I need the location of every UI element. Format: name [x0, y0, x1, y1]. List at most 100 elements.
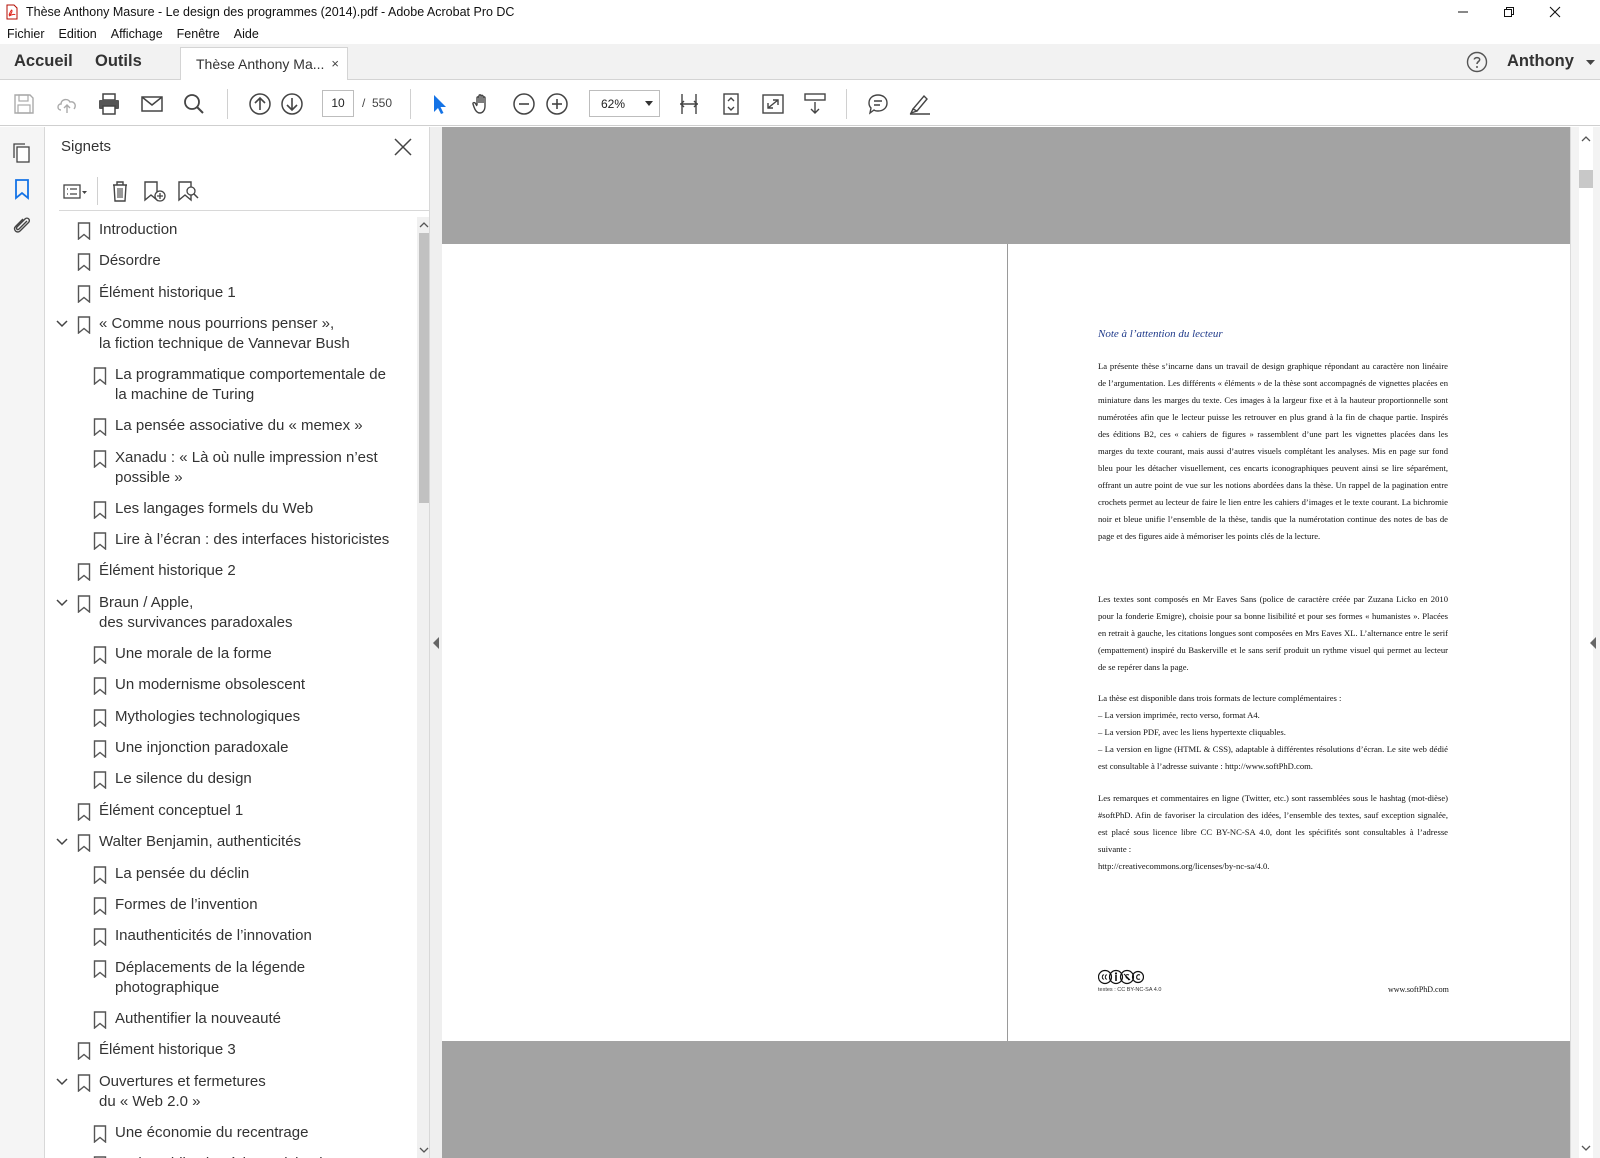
full-screen-icon[interactable] — [761, 92, 785, 116]
bookmark-item[interactable]: « Comme nous pourrions penser », la ficti… — [45, 314, 417, 354]
tab-document[interactable]: Thèse Anthony Ma... × — [180, 47, 348, 80]
delete-bookmark-icon[interactable] — [106, 177, 134, 205]
bookmark-item[interactable]: Désordre — [45, 251, 417, 272]
scroll-up-icon[interactable] — [1580, 134, 1592, 144]
bookmark-item[interactable]: Formes de l’invention — [45, 895, 417, 915]
close-panel-icon[interactable] — [392, 136, 414, 158]
bookmark-item[interactable]: Mythologies technologiques — [45, 707, 417, 727]
search-icon[interactable] — [182, 92, 206, 116]
minimize-button[interactable] — [1440, 0, 1486, 24]
pdf-page-left — [442, 244, 1007, 1041]
bookmark-label-continued: la fiction technique de Vannevar Bush — [99, 335, 350, 353]
chevron-down-icon[interactable] — [55, 596, 69, 610]
document-view[interactable]: Note à l’attention du lecteur La présent… — [442, 127, 1570, 1158]
menu-fenetre[interactable]: Fenêtre — [170, 27, 227, 41]
attachments-icon[interactable] — [10, 213, 34, 237]
bookmark-label: Désordre — [99, 252, 161, 270]
expand-right-pane-icon[interactable] — [1590, 637, 1596, 649]
help-icon[interactable] — [1466, 51, 1488, 73]
bookmarks-icon[interactable] — [10, 177, 34, 201]
page-thumbnails-icon[interactable] — [10, 141, 34, 165]
bookmark-icon — [77, 803, 91, 821]
hand-tool-icon[interactable] — [470, 92, 494, 116]
save-icon[interactable] — [12, 92, 36, 116]
select-cursor-icon[interactable] — [428, 92, 452, 116]
chevron-down-icon — [645, 101, 653, 106]
bookmark-item[interactable]: Les langages formels du Web — [45, 499, 417, 519]
chevron-down-icon[interactable] — [55, 317, 69, 331]
fit-width-icon[interactable] — [677, 92, 701, 116]
toolbar: 10 / 550 62% — [0, 81, 1600, 126]
menu-affichage[interactable]: Affichage — [104, 27, 170, 41]
menu-aide[interactable]: Aide — [227, 27, 266, 41]
tab-outils[interactable]: Outils — [95, 52, 142, 71]
bookmark-options-icon[interactable] — [61, 177, 89, 205]
highlight-pen-icon[interactable] — [908, 92, 932, 116]
window-title: Thèse Anthony Masure - Le design des pro… — [26, 5, 515, 19]
license-url[interactable]: http://creativecommons.org/licenses/by-n… — [1098, 858, 1448, 875]
bookmark-item[interactable]: Xanadu : « Là où nulle impression n’est p… — [45, 448, 417, 488]
panel-splitter[interactable] — [429, 127, 442, 1158]
bookmark-item[interactable]: Le silence du design — [45, 769, 417, 790]
bookmark-label: Formes de l’invention — [115, 896, 258, 913]
document-scrollbar[interactable] — [1570, 127, 1600, 1158]
zoom-level-select[interactable]: 62% — [589, 90, 660, 117]
bookmark-item[interactable]: Lire à l’écran : des interfaces historic… — [45, 530, 417, 550]
chevron-down-icon[interactable] — [55, 1075, 69, 1089]
scroll-mode-icon[interactable] — [803, 92, 827, 116]
bookmark-item[interactable]: Une injonction paradoxale — [45, 738, 417, 758]
bookmark-item[interactable]: La pensée associative du « memex » — [45, 416, 417, 437]
bookmark-item[interactable]: Élément historique 3 — [45, 1040, 417, 1061]
bookmarks-scrollbar[interactable] — [417, 217, 429, 1158]
scroll-down-icon[interactable] — [419, 1145, 429, 1155]
fit-page-icon[interactable] — [719, 92, 743, 116]
cloud-upload-icon[interactable] — [55, 92, 79, 116]
bookmark-search-icon[interactable] — [174, 177, 202, 205]
bookmark-icon — [77, 222, 91, 240]
bookmark-label: Le silence du design — [115, 770, 252, 788]
bookmark-item[interactable]: Déplacements de la légende photographique — [45, 958, 417, 998]
format-web: – La version en ligne (HTML & CSS), adap… — [1098, 744, 1448, 771]
bookmark-item[interactable]: Ouvertures et fermetures du « Web 2.0 » — [45, 1072, 417, 1112]
zoom-in-icon[interactable] — [545, 92, 569, 116]
bookmark-item[interactable]: Walter Benjamin, authenticités — [45, 832, 417, 853]
bookmark-item[interactable]: Authentifier la nouveauté — [45, 1009, 417, 1029]
bookmark-item[interactable]: Élément conceptuel 1 — [45, 801, 417, 821]
bookmark-item[interactable]: La programmatique comportementale de la m… — [45, 365, 417, 405]
bookmark-item[interactable]: Inauthenticités de l’innovation — [45, 926, 417, 947]
scroll-down-icon[interactable] — [1580, 1143, 1592, 1153]
bookmark-item[interactable]: Une morale de la forme — [45, 644, 417, 664]
email-icon[interactable] — [140, 92, 164, 116]
bookmark-item[interactable]: Un modernisme obsolescent — [45, 675, 417, 696]
print-icon[interactable] — [97, 92, 121, 116]
bookmark-item[interactable]: Élément historique 2 — [45, 561, 417, 582]
bookmark-item[interactable]: Braun / Apple, des survivances paradoxale… — [45, 593, 417, 633]
bookmark-item[interactable]: Élément historique 1 — [45, 283, 417, 303]
bookmark-item[interactable]: De la publication à la participation — [45, 1154, 417, 1158]
bookmark-item[interactable]: Introduction — [45, 220, 417, 240]
scrollbar-thumb[interactable] — [419, 233, 429, 503]
bookmark-item[interactable]: La pensée du déclin — [45, 864, 417, 884]
user-menu[interactable]: Anthony — [1507, 52, 1574, 71]
toolbar-separator — [97, 177, 98, 205]
menu-edition[interactable]: Edition — [52, 27, 104, 41]
bookmark-icon — [93, 740, 107, 758]
close-window-button[interactable] — [1532, 0, 1578, 24]
page-number-input[interactable]: 10 — [322, 90, 354, 117]
restore-button[interactable] — [1486, 0, 1532, 24]
new-bookmark-icon[interactable] — [140, 177, 168, 205]
menu-fichier[interactable]: Fichier — [0, 27, 52, 41]
tab-accueil[interactable]: Accueil — [14, 52, 73, 71]
bookmark-label: Élément conceptuel 1 — [99, 801, 244, 819]
scrollbar-thumb[interactable] — [1579, 170, 1593, 188]
bookmark-item[interactable]: Une économie du recentrage — [45, 1123, 417, 1143]
next-page-icon[interactable] — [280, 92, 304, 116]
user-dropdown-icon[interactable] — [1586, 60, 1595, 66]
close-tab-icon[interactable]: × — [331, 56, 339, 71]
collapse-panel-icon[interactable] — [433, 637, 439, 649]
zoom-out-icon[interactable] — [512, 92, 536, 116]
comment-icon[interactable] — [866, 92, 890, 116]
previous-page-icon[interactable] — [248, 92, 272, 116]
scroll-up-icon[interactable] — [419, 220, 429, 230]
chevron-down-icon[interactable] — [55, 835, 69, 849]
